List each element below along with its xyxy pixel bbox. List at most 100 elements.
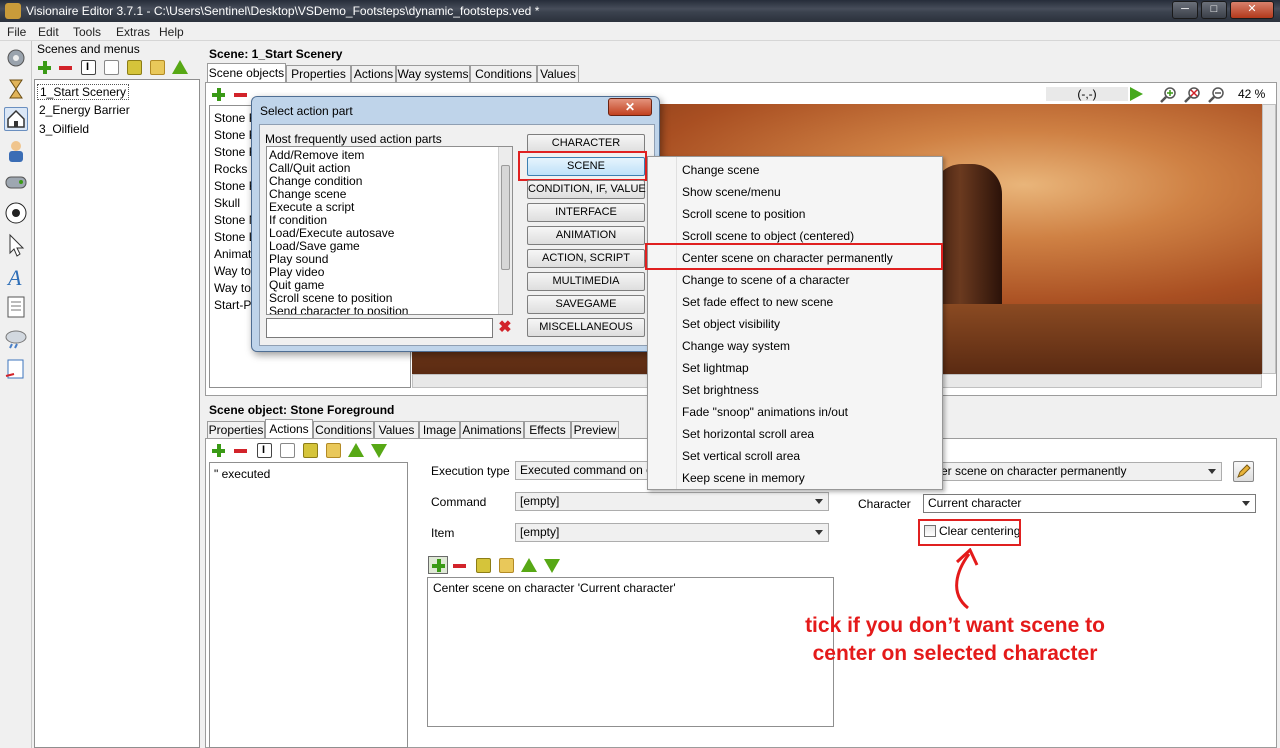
clear-search-icon[interactable]: ✖ xyxy=(497,320,513,336)
tab-object-effects[interactable]: Effects xyxy=(524,421,571,439)
menu-item[interactable]: Fade "snoop" animations in/out xyxy=(682,405,848,419)
frequent-item[interactable]: Execute a script xyxy=(269,200,354,214)
scenes-home-icon[interactable] xyxy=(4,107,28,131)
action-item[interactable]: " executed xyxy=(214,467,270,481)
category-savegame-button[interactable]: SAVEGAME xyxy=(527,295,645,314)
item-select[interactable]: [empty] xyxy=(515,523,829,542)
tab-object-actions[interactable]: Actions xyxy=(265,419,313,439)
scene-item[interactable]: 3_Oilfield xyxy=(39,122,89,136)
rename-scene-icon[interactable] xyxy=(81,60,96,75)
minimize-button[interactable]: ─ xyxy=(1172,1,1198,19)
export-action-icon[interactable] xyxy=(303,443,318,458)
tab-scene-objects[interactable]: Scene objects xyxy=(207,63,286,83)
tab-object-conditions[interactable]: Conditions xyxy=(313,421,374,439)
category-interface-button[interactable]: INTERFACE xyxy=(527,203,645,222)
object-item[interactable]: Start-P xyxy=(214,298,251,312)
menu-item[interactable]: Change way system xyxy=(682,339,790,353)
rename-action-icon[interactable] xyxy=(257,443,272,458)
play-icon[interactable] xyxy=(1130,87,1143,101)
menu-item[interactable]: Change to scene of a character xyxy=(682,273,849,287)
remove-object-icon[interactable] xyxy=(233,87,248,102)
menu-item[interactable]: Set brightness xyxy=(682,383,759,397)
menu-help[interactable]: Help xyxy=(159,25,184,39)
close-window-button[interactable]: ✕ xyxy=(1230,1,1274,19)
tab-object-preview[interactable]: Preview xyxy=(571,421,619,439)
tab-scene-values[interactable]: Values xyxy=(537,65,579,83)
menu-extras[interactable]: Extras xyxy=(116,25,150,39)
script-icon[interactable] xyxy=(4,357,28,381)
weather-cloud-icon[interactable] xyxy=(4,326,28,350)
menu-file[interactable]: File xyxy=(7,25,26,39)
object-item[interactable]: Way to xyxy=(214,264,251,278)
action-part-search-input[interactable] xyxy=(266,318,493,338)
menu-item[interactable]: Scroll scene to object (centered) xyxy=(682,229,854,243)
copy-scene-icon[interactable] xyxy=(104,60,119,75)
move-scene-up-icon[interactable] xyxy=(172,60,188,74)
tab-scene-conditions[interactable]: Conditions xyxy=(470,65,537,83)
text-document-icon[interactable] xyxy=(4,295,28,319)
maximize-button[interactable]: □ xyxy=(1201,1,1227,19)
menu-item[interactable]: Scroll scene to position xyxy=(682,207,805,221)
move-action-down-icon[interactable] xyxy=(371,444,387,458)
tab-scene-way-systems[interactable]: Way systems xyxy=(396,65,470,83)
move-part-up-icon[interactable] xyxy=(521,558,537,572)
paste-action-part-icon[interactable] xyxy=(499,558,514,573)
frequent-item[interactable]: Play video xyxy=(269,265,324,279)
add-scene-icon[interactable] xyxy=(37,60,52,75)
scene-item[interactable]: 2_Energy Barrier xyxy=(39,103,130,117)
paste-action-icon[interactable] xyxy=(326,443,341,458)
dialog-close-button[interactable]: ✕ xyxy=(608,98,652,116)
gamepad-icon[interactable] xyxy=(4,170,28,194)
frequent-item[interactable]: Call/Quit action xyxy=(269,161,350,175)
menu-item[interactable]: Set fade effect to new scene xyxy=(682,295,833,309)
scene-item[interactable]: 1_Start Scenery xyxy=(37,84,130,100)
execution-type-select[interactable]: Executed command on obje xyxy=(515,461,649,480)
copy-action-icon[interactable] xyxy=(280,443,295,458)
object-item[interactable]: Stone F xyxy=(214,128,256,142)
frequent-item[interactable]: Send character to position xyxy=(269,304,408,314)
action-part-select[interactable]: nter scene on character permanently xyxy=(926,462,1222,481)
ball-icon[interactable] xyxy=(4,201,28,225)
category-multimedia-button[interactable]: MULTIMEDIA xyxy=(527,272,645,291)
tab-scene-actions[interactable]: Actions xyxy=(351,65,396,83)
scene-vertical-scrollbar[interactable] xyxy=(1262,104,1276,374)
menu-edit[interactable]: Edit xyxy=(38,25,59,39)
add-action-part-button[interactable] xyxy=(428,556,448,574)
frequent-item[interactable]: Play sound xyxy=(269,252,328,266)
category-condition-button[interactable]: CONDITION, IF, VALUE xyxy=(527,180,646,199)
menu-item[interactable]: Set vertical scroll area xyxy=(682,449,800,463)
object-item[interactable]: Way to xyxy=(214,281,251,295)
hourglass-icon[interactable] xyxy=(4,77,28,101)
character-select[interactable]: Current character xyxy=(923,494,1256,513)
menu-tools[interactable]: Tools xyxy=(73,25,101,39)
font-icon[interactable]: A xyxy=(4,264,28,290)
tab-object-animations[interactable]: Animations xyxy=(460,421,524,439)
export-scene-icon[interactable] xyxy=(127,60,142,75)
frequent-item[interactable]: Change condition xyxy=(269,174,362,188)
menu-item[interactable]: Set object visibility xyxy=(682,317,780,331)
remove-action-part-icon[interactable] xyxy=(452,558,467,573)
category-action-script-button[interactable]: ACTION, SCRIPT xyxy=(527,249,645,268)
action-part-item[interactable]: Center scene on character 'Current chara… xyxy=(433,581,676,595)
remove-action-icon[interactable] xyxy=(233,443,248,458)
object-item[interactable]: Stone F xyxy=(214,179,256,193)
menu-item[interactable]: Set horizontal scroll area xyxy=(682,427,814,441)
frequent-item[interactable]: If condition xyxy=(269,213,327,227)
tab-scene-properties[interactable]: Properties xyxy=(286,65,351,83)
edit-action-part-button[interactable] xyxy=(1233,461,1254,482)
tab-object-values[interactable]: Values xyxy=(374,421,419,439)
frequent-list-scrollbar[interactable] xyxy=(498,147,512,314)
add-action-icon[interactable] xyxy=(211,443,226,458)
paste-scene-icon[interactable] xyxy=(150,60,165,75)
command-select[interactable]: [empty] xyxy=(515,492,829,511)
menu-item[interactable]: Change scene xyxy=(682,163,759,177)
object-item[interactable]: Animati xyxy=(214,247,254,261)
tab-object-image[interactable]: Image xyxy=(419,421,460,439)
cursor-icon[interactable] xyxy=(4,233,28,257)
frequent-item[interactable]: Load/Execute autosave xyxy=(269,226,394,240)
export-action-part-icon[interactable] xyxy=(476,558,491,573)
move-part-down-icon[interactable] xyxy=(544,559,560,573)
character-icon[interactable] xyxy=(4,139,28,163)
object-item[interactable]: Stone F xyxy=(214,145,256,159)
frequent-item[interactable]: Quit game xyxy=(269,278,324,292)
